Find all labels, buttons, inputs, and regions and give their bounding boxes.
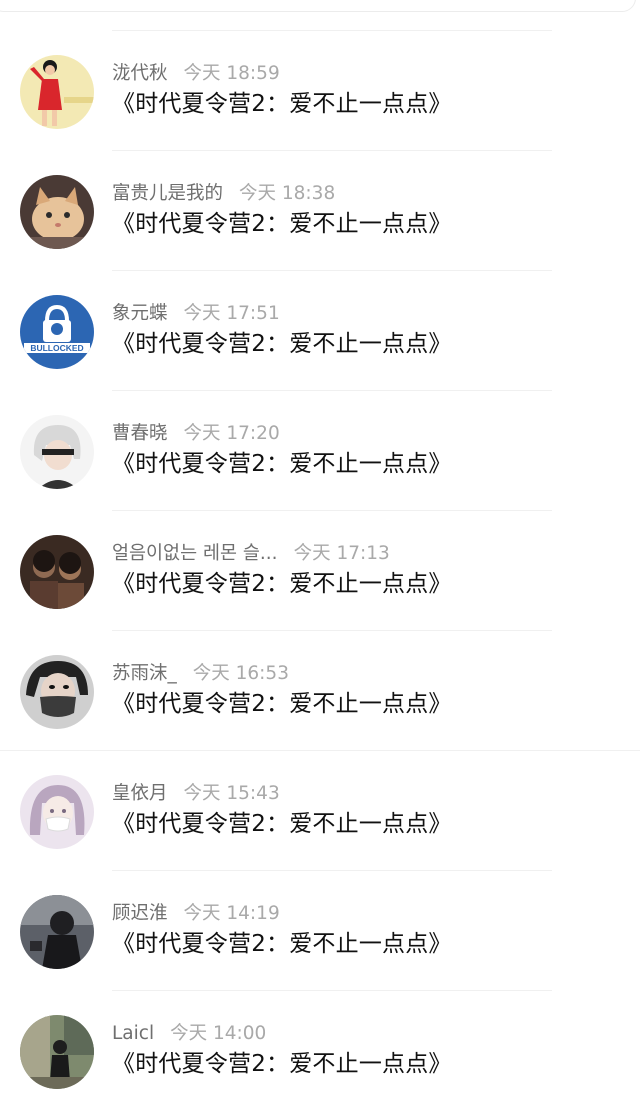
username[interactable]: 苏雨沫_ bbox=[112, 663, 177, 684]
comment-text: 《时代夏令营2：爱不止一点点》 bbox=[112, 811, 452, 837]
comment-item[interactable]: BULLOCKED 象元蝶 今天 17:51 《时代夏令营2：爱不止一点点》 bbox=[0, 270, 640, 390]
comment-meta: Laicl 今天 14:00 bbox=[112, 1020, 266, 1048]
divider bbox=[112, 150, 552, 151]
avatar[interactable] bbox=[20, 175, 94, 249]
divider bbox=[112, 30, 552, 31]
comment-meta: 얼음이없는 레몬 슬... 今天 17:13 bbox=[112, 540, 390, 568]
comment-item[interactable]: 富贵儿是我的 今天 18:38 《时代夏令营2：爱不止一点点》 bbox=[0, 150, 640, 270]
comment-text: 《时代夏令营2：爱不止一点点》 bbox=[112, 1051, 452, 1077]
timestamp: 今天 17:20 bbox=[183, 423, 280, 444]
divider bbox=[112, 870, 552, 871]
timestamp: 今天 17:13 bbox=[293, 543, 390, 564]
timestamp: 今天 16:53 bbox=[192, 663, 289, 684]
username[interactable]: Laicl bbox=[112, 1023, 154, 1044]
timestamp: 今天 15:43 bbox=[183, 783, 280, 804]
divider bbox=[112, 390, 552, 391]
comment-item[interactable]: Laicl 今天 14:00 《时代夏令营2：爱不止一点点》 bbox=[0, 990, 640, 1110]
timestamp: 今天 14:19 bbox=[183, 903, 280, 924]
avatar[interactable] bbox=[20, 535, 94, 609]
avatar[interactable]: BULLOCKED bbox=[20, 295, 94, 369]
username[interactable]: 얼음이없는 레몬 슬... bbox=[112, 543, 278, 564]
comment-text: 《时代夏令营2：爱不止一点点》 bbox=[112, 331, 452, 357]
comment-meta: 泷代秋 今天 18:59 bbox=[112, 60, 280, 88]
timestamp: 今天 18:38 bbox=[239, 183, 336, 204]
comment-text: 《时代夏令营2：爱不止一点点》 bbox=[112, 91, 452, 117]
divider bbox=[112, 630, 552, 631]
comment-item[interactable]: 顾迟淮 今天 14:19 《时代夏令营2：爱不止一点点》 bbox=[0, 870, 640, 990]
avatar[interactable] bbox=[20, 55, 94, 129]
comment-text: 《时代夏令营2：爱不止一点点》 bbox=[112, 691, 452, 717]
timestamp: 今天 17:51 bbox=[183, 303, 280, 324]
username[interactable]: 皇依月 bbox=[112, 783, 168, 804]
username[interactable]: 曹春晓 bbox=[112, 423, 168, 444]
divider bbox=[112, 270, 552, 271]
comment-item[interactable]: 曹春晓 今天 17:20 《时代夏令营2：爱不止一点点》 bbox=[0, 390, 640, 510]
avatar[interactable] bbox=[20, 415, 94, 489]
comment-meta: 富贵儿是我的 今天 18:38 bbox=[112, 180, 335, 208]
username[interactable]: 象元蝶 bbox=[112, 303, 168, 324]
avatar[interactable] bbox=[20, 1015, 94, 1089]
comment-item[interactable]: 皇依月 今天 15:43 《时代夏令营2：爱不止一点点》 bbox=[0, 750, 640, 870]
timestamp: 今天 18:59 bbox=[183, 63, 280, 84]
timestamp: 今天 14:00 bbox=[170, 1023, 267, 1044]
divider bbox=[112, 990, 552, 991]
comment-text: 《时代夏令营2：爱不止一点点》 bbox=[112, 571, 452, 597]
comment-meta: 曹春晓 今天 17:20 bbox=[112, 420, 280, 448]
comment-meta: 象元蝶 今天 17:51 bbox=[112, 300, 280, 328]
comment-text: 《时代夏令营2：爱不止一点点》 bbox=[112, 211, 452, 237]
comment-meta: 皇依月 今天 15:43 bbox=[112, 780, 280, 808]
avatar[interactable] bbox=[20, 775, 94, 849]
comment-item[interactable]: 泷代秋 今天 18:59 《时代夏令营2：爱不止一点点》 bbox=[0, 30, 640, 150]
comment-text: 《时代夏令营2：爱不止一点点》 bbox=[112, 931, 452, 957]
username[interactable]: 顾迟淮 bbox=[112, 903, 168, 924]
avatar[interactable] bbox=[20, 655, 94, 729]
comment-text: 《时代夏令营2：爱不止一点点》 bbox=[112, 451, 452, 477]
logo-text: BULLOCKED bbox=[30, 343, 83, 353]
comment-meta: 顾迟淮 今天 14:19 bbox=[112, 900, 280, 928]
divider bbox=[0, 750, 640, 751]
username[interactable]: 泷代秋 bbox=[112, 63, 168, 84]
top-card bbox=[0, 0, 636, 12]
username[interactable]: 富贵儿是我的 bbox=[112, 183, 223, 204]
comment-item[interactable]: 苏雨沫_ 今天 16:53 《时代夏令营2：爱不止一点点》 bbox=[0, 630, 640, 750]
avatar[interactable] bbox=[20, 895, 94, 969]
divider bbox=[112, 510, 552, 511]
comment-meta: 苏雨沫_ 今天 16:53 bbox=[112, 660, 289, 688]
comment-item[interactable]: 얼음이없는 레몬 슬... 今天 17:13 《时代夏令营2：爱不止一点点》 bbox=[0, 510, 640, 630]
